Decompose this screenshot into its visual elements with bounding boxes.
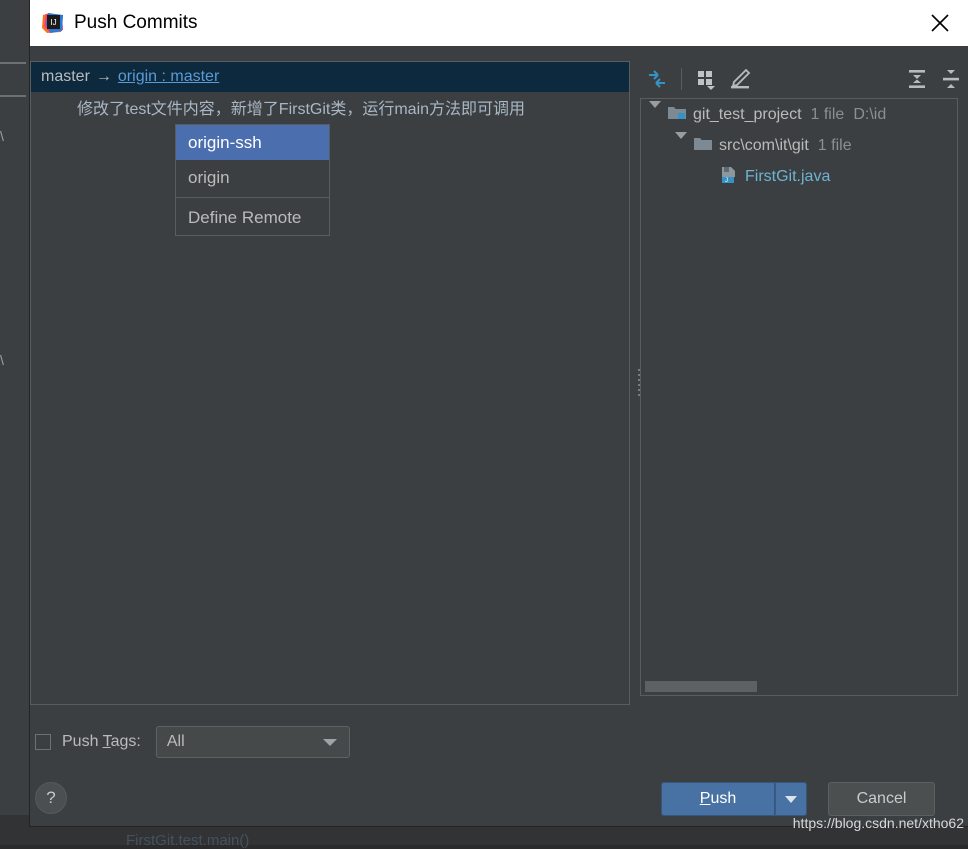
commits-list-panel: master → origin : master 修改了test文件内容，新增了… bbox=[30, 61, 630, 705]
popup-separator bbox=[176, 197, 329, 198]
tree-node-path: D:\id bbox=[853, 106, 886, 124]
push-tags-label-suffix: ags: bbox=[111, 733, 141, 750]
scrollbar-thumb[interactable] bbox=[645, 681, 757, 692]
remote-branch-link[interactable]: origin : master bbox=[118, 68, 219, 86]
cancel-label: Cancel bbox=[857, 790, 907, 808]
remote-option-label: origin-ssh bbox=[188, 133, 262, 153]
remote-option-origin-ssh[interactable]: origin-ssh bbox=[176, 125, 329, 160]
edit-source-icon[interactable] bbox=[723, 62, 757, 96]
changed-files-tree: git_test_project 1 file D:\id src\com\it… bbox=[640, 98, 958, 696]
tree-row[interactable]: J FirstGit.java bbox=[641, 161, 957, 192]
tree-node-label: git_test_project bbox=[693, 106, 802, 124]
tree-row[interactable]: git_test_project 1 file D:\id bbox=[641, 99, 957, 130]
files-toolbar bbox=[640, 58, 968, 100]
push-label-suffix: ush bbox=[710, 790, 736, 808]
remote-option-define-remote[interactable]: Define Remote bbox=[176, 200, 329, 235]
local-branch-label: master bbox=[41, 68, 90, 86]
tree-horizontal-scrollbar[interactable] bbox=[642, 678, 958, 694]
dialog-title: Push Commits bbox=[74, 12, 198, 34]
changed-files-panel: git_test_project 1 file D:\id src\com\it… bbox=[640, 46, 968, 714]
ide-gutter-line bbox=[0, 62, 26, 64]
tree-node-count: 1 file bbox=[818, 137, 852, 155]
ide-left-gutter: \ \ bbox=[0, 0, 30, 845]
remote-option-label: origin bbox=[188, 168, 230, 188]
cancel-button[interactable]: Cancel bbox=[828, 782, 935, 816]
push-tags-checkbox[interactable] bbox=[35, 734, 51, 750]
toolbar-separator bbox=[681, 68, 682, 90]
chevron-down-icon bbox=[785, 796, 797, 803]
folder-icon bbox=[694, 136, 712, 156]
dialog-titlebar: IJ Push Commits bbox=[30, 0, 968, 46]
arrow-icon: → bbox=[96, 68, 112, 86]
expand-all-icon[interactable] bbox=[900, 62, 934, 96]
tree-node-label: src\com\it\git bbox=[719, 137, 809, 155]
chevron-down-icon bbox=[323, 739, 337, 746]
module-folder-icon bbox=[668, 105, 686, 125]
java-file-icon: J bbox=[720, 166, 738, 188]
push-button[interactable]: Push bbox=[661, 782, 775, 816]
push-tags-label: Push Tags: bbox=[62, 733, 141, 751]
collapse-to-selection-icon[interactable] bbox=[640, 62, 674, 96]
commit-message-text: 修改了test文件内容，新增了FirstGit类，运行main方法即可调用 bbox=[77, 95, 525, 119]
push-tags-combo[interactable]: All bbox=[156, 726, 350, 758]
remote-option-label: Define Remote bbox=[188, 208, 301, 228]
ide-gutter-line bbox=[0, 95, 26, 97]
push-tags-row: Push Tags: All bbox=[35, 726, 350, 758]
push-tags-combo-value: All bbox=[167, 733, 185, 751]
remote-selector-popup: origin-ssh origin Define Remote bbox=[175, 124, 330, 236]
push-dropdown-button[interactable] bbox=[775, 782, 807, 816]
help-label: ? bbox=[46, 788, 55, 808]
tree-row[interactable]: src\com\it\git 1 file bbox=[641, 130, 957, 161]
svg-text:J: J bbox=[725, 178, 728, 183]
tree-node-label: FirstGit.java bbox=[745, 168, 830, 186]
collapse-all-icon[interactable] bbox=[934, 62, 968, 96]
tree-node-count: 1 file bbox=[811, 106, 845, 124]
expand-triangle-icon[interactable] bbox=[649, 108, 662, 121]
push-tags-label-prefix: Push bbox=[62, 733, 103, 750]
ide-gutter-text: \ bbox=[0, 352, 30, 368]
group-by-icon[interactable] bbox=[689, 62, 723, 96]
close-icon[interactable] bbox=[912, 0, 968, 46]
commit-message-row[interactable]: 修改了test文件内容，新增了FirstGit类，运行main方法即可调用 bbox=[31, 92, 629, 122]
ide-gutter-text: \ bbox=[0, 128, 30, 144]
help-button[interactable]: ? bbox=[35, 782, 67, 814]
ide-ghost-code: FirstGit.test.main() bbox=[126, 832, 249, 849]
intellij-idea-logo: IJ bbox=[42, 12, 64, 34]
dialog-body: master → origin : master 修改了test文件内容，新增了… bbox=[30, 46, 968, 826]
remote-option-origin[interactable]: origin bbox=[176, 160, 329, 195]
expand-triangle-icon[interactable] bbox=[675, 139, 688, 152]
push-label-mnemonic: P bbox=[700, 790, 711, 808]
push-button-group: Push bbox=[661, 782, 807, 816]
push-commits-dialog: IJ Push Commits master → origin : master… bbox=[30, 0, 968, 826]
push-tags-label-mnemonic: T bbox=[103, 733, 111, 750]
watermark-text: https://blog.csdn.net/xtho62 bbox=[793, 815, 964, 831]
branch-row[interactable]: master → origin : master bbox=[31, 62, 629, 92]
svg-text:IJ: IJ bbox=[50, 18, 56, 27]
